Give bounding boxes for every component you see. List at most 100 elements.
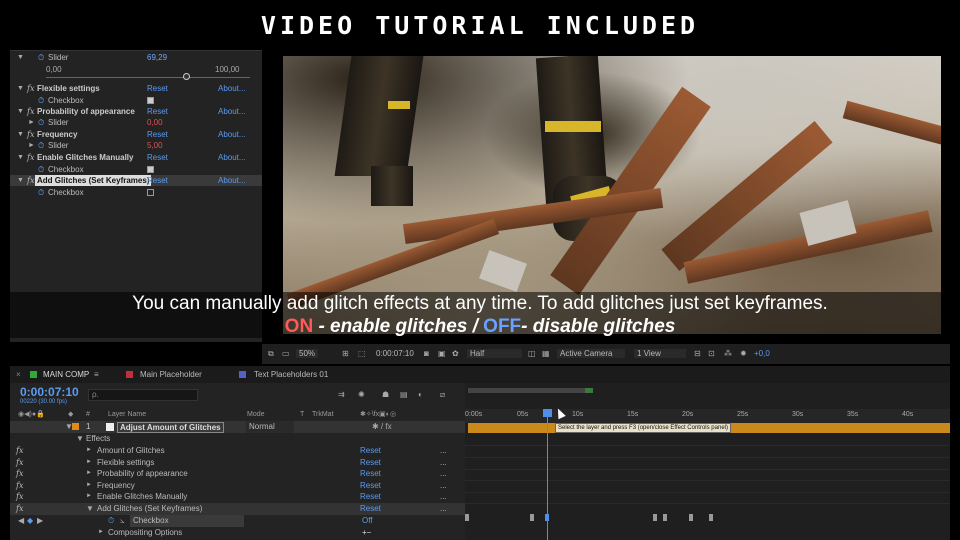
col-trkmat[interactable]: TrkMat (312, 409, 334, 421)
compositing-options-row[interactable]: ► Compositing Options +− (10, 527, 465, 539)
shy-layers-icon[interactable]: ☗ (382, 390, 389, 399)
slider-value[interactable]: 69,29 (147, 52, 167, 63)
stopwatch-icon[interactable]: ⏱ (38, 117, 44, 128)
expand-arrow-icon[interactable]: ▼ (76, 433, 84, 445)
fast-preview-icon[interactable]: ⊡ (708, 349, 715, 358)
fit-icon[interactable]: ⊞ (342, 349, 349, 358)
reset-link[interactable]: Reset (360, 468, 381, 480)
keyframe-marker[interactable] (530, 514, 534, 521)
region-of-interest-icon[interactable]: ◫ (528, 349, 536, 358)
time-graph[interactable]: 0:00s 05s 10s 15s 20s 25s 30s 35s 40s Se… (465, 383, 950, 540)
reset-link[interactable]: Reset (147, 152, 168, 163)
transparency-grid-icon[interactable]: ▦ (542, 349, 550, 358)
viewer-timecode[interactable]: 0:00:07:10 (376, 349, 414, 358)
reset-link[interactable]: Reset (360, 491, 381, 503)
flowchart-icon[interactable]: ⁂ (724, 349, 732, 358)
effect-group-add-glitches[interactable]: ▼ fx Add Glitches (Set Keyframes) Reset … (10, 175, 262, 186)
zoom-dropdown[interactable]: 50% (296, 349, 319, 358)
fx-icon[interactable]: fx (27, 152, 34, 163)
label-color-swatch[interactable] (72, 423, 79, 430)
effect-row-probability[interactable]: fx ► Probability of appearance Reset ... (10, 468, 465, 480)
effect-group-flexible-settings[interactable]: ▼ fx Flexible settings Reset About... (10, 83, 262, 94)
property-value[interactable]: Off (362, 515, 373, 527)
expand-arrow-icon[interactable]: ► (86, 468, 92, 480)
next-keyframe-icon[interactable]: ▶ (37, 515, 43, 527)
effects-group-row[interactable]: ▼ Effects (10, 433, 465, 445)
layer-search-input[interactable]: ρ. (88, 389, 198, 401)
snapshot-icon[interactable]: ▣ (438, 349, 446, 358)
effect-row-flexible[interactable]: fx ► Flexible settings Reset ... (10, 457, 465, 469)
layer-name[interactable]: Adjust Amount of Glitches (117, 422, 224, 433)
tab-main-placeholder[interactable]: Main Placeholder (140, 370, 202, 379)
work-area-end[interactable] (585, 388, 593, 393)
about-link[interactable]: About... (218, 175, 246, 186)
property-name[interactable]: Checkbox (130, 515, 244, 527)
toggle-icon[interactable]: ⊟ (694, 349, 701, 358)
effect-options-dots[interactable]: ... (440, 491, 447, 503)
effect-options-dots[interactable]: ... (440, 457, 447, 469)
exposure-value[interactable]: +0,0 (754, 349, 770, 358)
fx-icon[interactable]: fx (16, 491, 23, 503)
stopwatch-icon[interactable]: ⏱ (38, 164, 44, 175)
stopwatch-icon[interactable]: ⏱ (38, 52, 44, 63)
keyframe-marker[interactable] (663, 514, 667, 521)
about-link[interactable]: About... (218, 106, 246, 117)
region-icon[interactable]: ⬚ (358, 349, 366, 358)
reset-link[interactable]: Reset (147, 83, 168, 94)
about-link[interactable]: About... (218, 83, 246, 94)
expand-arrow-icon[interactable]: ► (28, 140, 35, 151)
color-channel-icon[interactable]: ✿ (452, 349, 459, 358)
keyframe-marker[interactable] (465, 514, 469, 521)
effect-options-dots[interactable]: ... (440, 468, 447, 480)
fx-icon[interactable]: fx (16, 457, 23, 469)
frame-blending-icon[interactable]: ▤ (400, 390, 408, 399)
fx-icon[interactable]: fx (16, 468, 23, 480)
effect-group-frequency[interactable]: ▼ fx Frequency Reset About... (10, 129, 262, 140)
expand-arrow-icon[interactable]: ▼ (17, 106, 24, 117)
tab-text-placeholders[interactable]: Text Placeholders 01 (254, 370, 328, 379)
expand-arrow-icon[interactable]: ► (86, 457, 92, 469)
stopwatch-icon[interactable]: ⏱ (38, 95, 44, 106)
fx-icon[interactable]: fx (27, 106, 34, 117)
expand-arrow-icon[interactable]: ▼ (17, 129, 24, 140)
time-ruler[interactable]: 0:00s 05s 10s 15s 20s 25s 30s 35s 40s (465, 409, 950, 423)
prev-keyframe-icon[interactable]: ◀ (18, 515, 24, 527)
camera-icon[interactable]: ◙ (424, 349, 429, 358)
draft-3d-icon[interactable]: ✺ (358, 390, 365, 399)
graph-icon[interactable]: ⦣ (120, 515, 125, 527)
keyframe-marker[interactable] (653, 514, 657, 521)
work-area-bar[interactable] (468, 388, 593, 393)
always-preview-icon[interactable]: ⧉ (268, 349, 274, 359)
comp-flowchart-icon[interactable]: ⇉ (338, 390, 345, 399)
resolution-dropdown[interactable]: Half (467, 349, 522, 358)
about-link[interactable]: About... (218, 129, 246, 140)
checkbox[interactable] (147, 189, 154, 196)
timeline-timecode[interactable]: 0:00:07:10 (20, 385, 79, 399)
fx-icon[interactable]: fx (16, 445, 23, 457)
expand-arrow-icon[interactable]: ► (86, 480, 92, 492)
expand-arrow-icon[interactable]: ▼ (17, 152, 24, 163)
checkbox[interactable] (147, 166, 154, 173)
checkbox[interactable] (147, 97, 154, 104)
reset-link[interactable]: Reset (360, 480, 381, 492)
tab-main-comp[interactable]: MAIN COMP (43, 370, 89, 379)
col-mode[interactable]: Mode (247, 409, 265, 421)
playhead-line[interactable] (547, 409, 548, 540)
reset-link[interactable]: Reset (147, 129, 168, 140)
expand-arrow-icon[interactable]: ► (86, 491, 92, 503)
expand-arrow-icon[interactable]: ▼ (17, 83, 24, 94)
expand-arrow-icon[interactable]: ▼ (17, 175, 24, 186)
expand-arrow-icon[interactable]: ▼ (17, 52, 24, 63)
blend-mode-dropdown[interactable]: Normal (246, 421, 294, 433)
checkbox-property-row[interactable]: ◀ ◆ ▶ ⏱ ⦣ Checkbox Off (10, 515, 465, 527)
close-icon[interactable]: × (16, 370, 21, 379)
effect-row-add-glitches[interactable]: fx ▼ Add Glitches (Set Keyframes) Reset … (10, 503, 465, 515)
slider-value[interactable]: 5,00 (147, 140, 163, 151)
effect-row-frequency[interactable]: fx ► Frequency Reset ... (10, 480, 465, 492)
reset-link[interactable]: Reset (147, 106, 168, 117)
expand-arrow-icon[interactable]: ▼ (86, 503, 94, 515)
keyframe-marker[interactable] (709, 514, 713, 521)
camera-dropdown[interactable]: Active Camera (557, 349, 625, 358)
effect-row-amount[interactable]: fx ► Amount of Glitches Reset ... (10, 445, 465, 457)
fx-icon[interactable]: fx (27, 175, 34, 186)
